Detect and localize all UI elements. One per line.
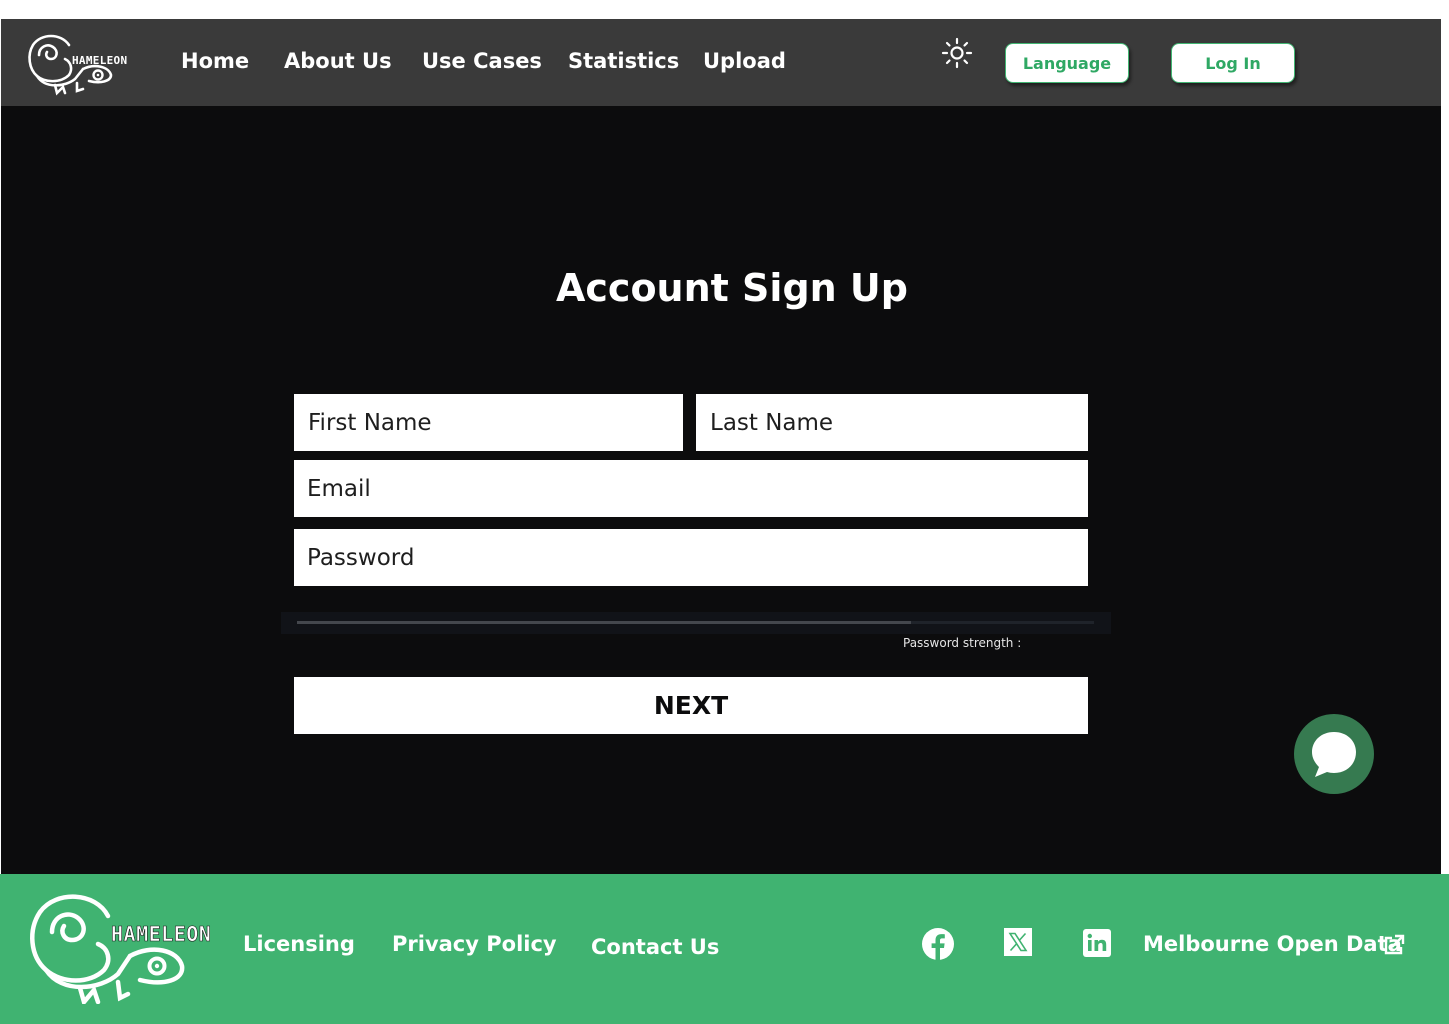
page: HAMELEON Home About Us Use Cases Statist… [0,0,1449,1024]
facebook-icon[interactable] [921,927,955,961]
password-input[interactable] [294,529,1088,586]
nav-upload[interactable]: Upload [703,49,786,73]
login-button[interactable]: Log In [1171,43,1295,83]
external-link-icon[interactable] [1383,934,1405,956]
top-navbar: HAMELEON Home About Us Use Cases Statist… [1,19,1441,106]
password-strength-meter [281,612,1111,634]
language-button[interactable]: Language [1005,43,1129,83]
chat-bubble-icon [1312,732,1356,777]
site-logo[interactable]: HAMELEON [25,29,145,97]
sun-icon[interactable] [941,37,973,69]
nav-statistics[interactable]: Statistics [568,49,679,73]
footer-link-licensing[interactable]: Licensing [243,932,355,956]
x-icon[interactable] [1003,927,1037,961]
password-strength-label: Password strength : [903,636,1022,650]
chat-button[interactable] [1294,714,1374,794]
footer-logo[interactable]: HAMELEON [26,886,236,1007]
footer-link-contact-us[interactable]: Contact Us [591,935,719,959]
site-footer: HAMELEON Licensing Privacy Policy Contac… [0,874,1449,1024]
nav-home[interactable]: Home [181,49,249,73]
logo-text: HAMELEON [72,54,128,67]
nav-about-us[interactable]: About Us [284,49,392,73]
first-name-input[interactable] [294,394,683,451]
page-title: Account Sign Up [555,266,908,310]
footer-logo-text: HAMELEON [111,922,212,947]
nav-use-cases[interactable]: Use Cases [422,49,542,73]
password-strength-track [297,621,1094,624]
last-name-input[interactable] [696,394,1088,451]
signup-section: Account Sign Up Password strength : NEXT [1,106,1441,874]
melbourne-open-data-link[interactable]: Melbourne Open Data [1143,932,1402,956]
footer-link-privacy-policy[interactable]: Privacy Policy [392,932,557,956]
next-button[interactable]: NEXT [294,677,1088,734]
password-strength-fill [297,621,911,624]
email-input[interactable] [294,460,1088,517]
linkedin-icon[interactable] [1083,929,1117,963]
